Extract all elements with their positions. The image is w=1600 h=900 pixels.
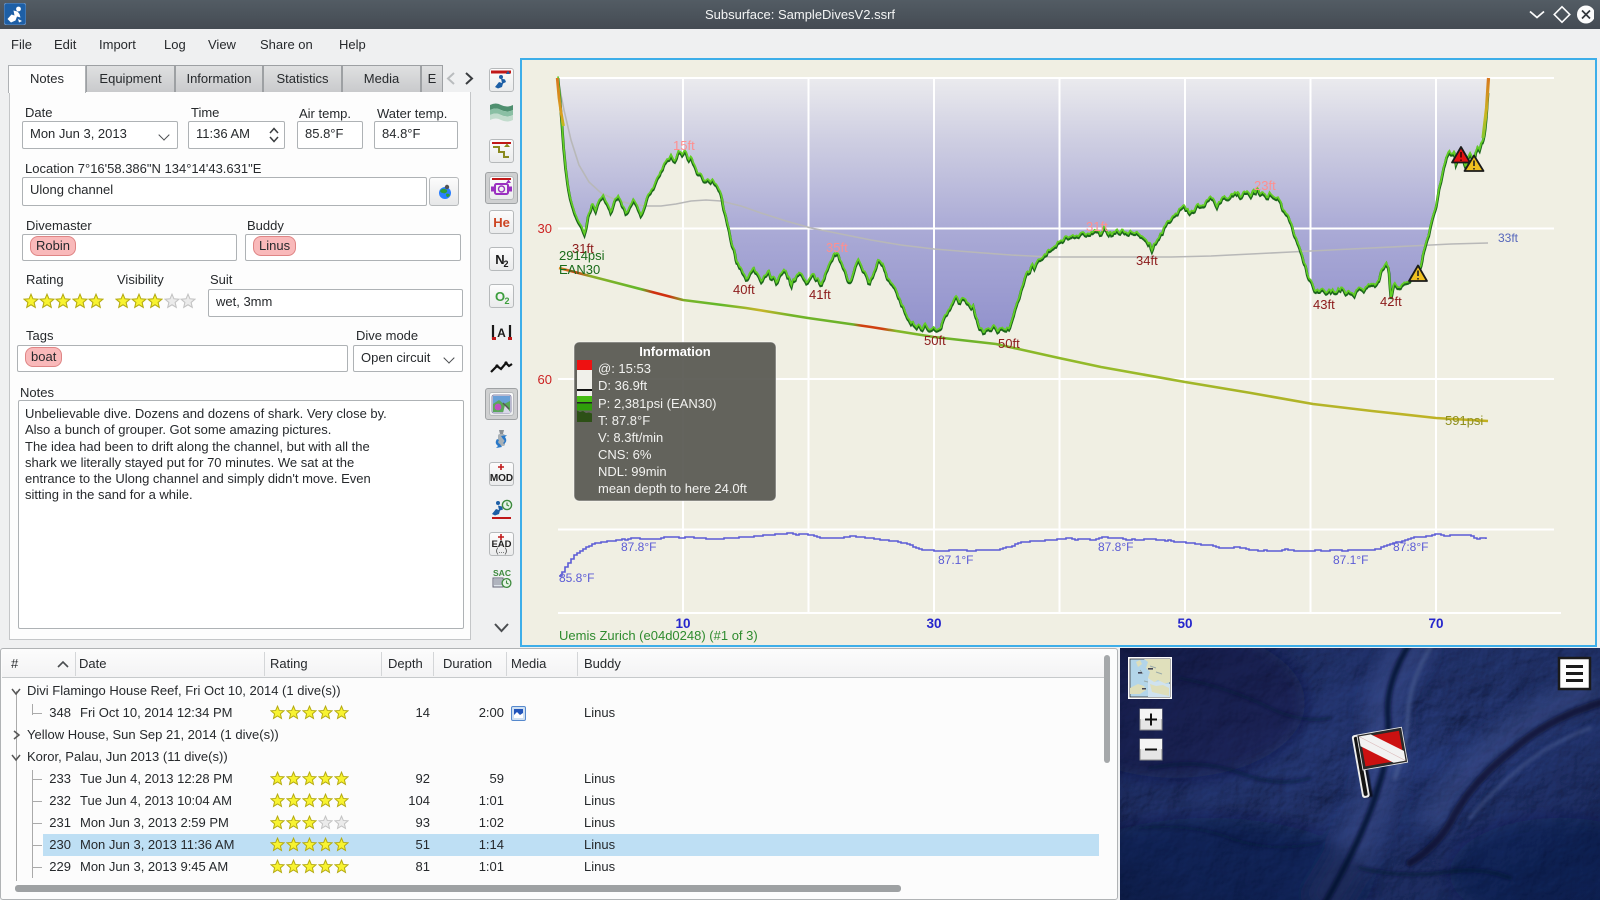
svg-text:87.8°F: 87.8°F: [621, 540, 656, 554]
svg-text:SAC: SAC: [493, 568, 511, 578]
svg-text:43ft: 43ft: [1313, 297, 1335, 312]
svg-text:87:8°F: 87:8°F: [1393, 540, 1428, 554]
svg-text:30: 30: [538, 221, 552, 236]
svg-text:50: 50: [1177, 616, 1192, 631]
svg-text:41ft: 41ft: [809, 287, 831, 302]
svg-text:2: 2: [503, 259, 508, 269]
svg-text:70: 70: [1428, 616, 1443, 631]
svg-text:87.1°F: 87.1°F: [1333, 553, 1368, 567]
svg-text:40ft: 40ft: [733, 282, 755, 297]
svg-text:V: 8.3ft/min: V: 8.3ft/min: [598, 430, 663, 445]
svg-text:CNS: 6%: CNS: 6%: [598, 447, 652, 462]
svg-text:85.8°F: 85.8°F: [559, 571, 594, 585]
svg-text:33ft: 33ft: [1498, 231, 1519, 245]
svg-text:60: 60: [538, 372, 552, 387]
svg-text:42ft: 42ft: [1380, 294, 1402, 309]
svg-text:NDL: 99min: NDL: 99min: [598, 464, 667, 479]
svg-text:D: 36.9ft: D: 36.9ft: [598, 378, 648, 393]
svg-text:34ft: 34ft: [1136, 253, 1158, 268]
svg-text:35ft: 35ft: [826, 240, 848, 255]
svg-text:T: 87.8°F: T: 87.8°F: [598, 413, 650, 428]
svg-text:Uemis Zurich (e04d0248) (#1 of: Uemis Zurich (e04d0248) (#1 of 3): [559, 628, 758, 643]
svg-text:P: 2,381psi (EAN30): P: 2,381psi (EAN30): [598, 396, 717, 411]
svg-text:A: A: [497, 326, 506, 340]
svg-text:30: 30: [926, 616, 941, 631]
svg-text:87.8°F: 87.8°F: [1098, 540, 1133, 554]
svg-text:Information: Information: [639, 344, 711, 359]
svg-text:87.1°F: 87.1°F: [938, 553, 973, 567]
svg-text:591psi: 591psi: [1445, 413, 1483, 428]
svg-text:2914psi: 2914psi: [559, 248, 605, 263]
svg-text:He: He: [493, 215, 510, 230]
svg-text:MOD: MOD: [490, 473, 513, 484]
svg-text:2: 2: [504, 296, 509, 306]
svg-text:(...): (...): [496, 546, 508, 555]
svg-text:@: 15:53: @: 15:53: [598, 361, 651, 376]
svg-text:EAN30: EAN30: [559, 262, 600, 277]
svg-text:31ft: 31ft: [1086, 219, 1108, 234]
svg-text:15ft: 15ft: [673, 138, 695, 153]
svg-text:50ft: 50ft: [924, 333, 946, 348]
svg-text:23ft: 23ft: [1254, 178, 1276, 193]
svg-text:50ft: 50ft: [998, 336, 1020, 351]
svg-text:mean depth to here 24.0ft: mean depth to here 24.0ft: [598, 481, 747, 496]
